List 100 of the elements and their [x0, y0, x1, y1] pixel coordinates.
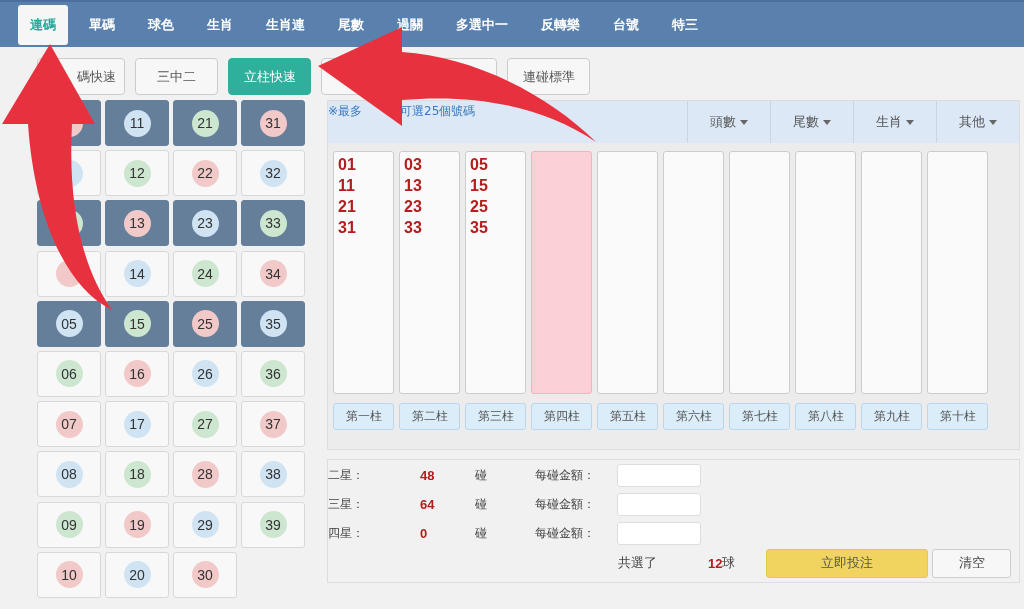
amount-label: 每碰金額： [535, 496, 596, 513]
filter-dropdown[interactable]: 頭數 [687, 101, 770, 143]
number-ball: 13 [123, 209, 151, 237]
number-ball: 29 [191, 511, 219, 538]
number-cell[interactable]: 07 [37, 401, 101, 448]
number-ball: 12 [123, 159, 151, 187]
nav-tab[interactable]: 生肖連 [254, 4, 317, 45]
filter-dropdown[interactable]: 尾數 [770, 101, 853, 143]
number-cell[interactable]: 17 [105, 401, 169, 448]
number-ball: 26 [191, 360, 219, 388]
number-cell[interactable]: 34 [241, 250, 305, 297]
number-cell[interactable]: 13 [105, 200, 169, 247]
number-cell[interactable]: 37 [241, 401, 305, 448]
number-cell[interactable]: 05 [37, 300, 101, 347]
number-cell[interactable]: 12 [105, 150, 169, 197]
nav-tab[interactable]: 過關 [385, 4, 435, 45]
number-cell[interactable]: 06 [37, 350, 101, 397]
number-ball: 37 [259, 410, 287, 438]
nav-tab[interactable]: 特三 [660, 4, 710, 45]
amount-label: 每碰金額： [535, 525, 596, 542]
nav-tab[interactable]: 反轉樂 [529, 4, 592, 45]
clear-button[interactable]: 清空 [932, 548, 1012, 578]
number-cell[interactable]: 35 [241, 300, 305, 347]
number-cell[interactable]: 36 [241, 350, 305, 397]
filter-dropdown[interactable]: 生肖 [853, 101, 936, 143]
number-cell[interactable]: 16 [105, 350, 169, 397]
number-cell[interactable]: 27 [173, 401, 237, 448]
pillar-button[interactable]: 第六柱 [663, 403, 724, 430]
number-cell[interactable]: 09 [37, 501, 101, 548]
combo-count: 0 [420, 526, 429, 541]
pillar-box[interactable]: 01 11 21 31 [333, 151, 394, 394]
number-cell[interactable]: 39 [241, 501, 305, 548]
number-ball: 05 [55, 310, 83, 338]
number-cell[interactable]: 21 [173, 100, 237, 146]
pillar-button[interactable]: 第七柱 [729, 403, 790, 430]
pillar-box[interactable]: 03 13 23 33 [399, 151, 460, 394]
number-ball: 19 [123, 511, 151, 538]
pillar-number: 15 [470, 176, 489, 196]
pillar-number: 35 [470, 218, 489, 238]
number-cell[interactable]: 08 [37, 451, 101, 498]
number-cell[interactable]: 24 [173, 250, 237, 297]
number-cell[interactable]: 38 [241, 451, 305, 498]
number-ball: 08 [55, 460, 83, 488]
mode-button[interactable]: 三中二 [135, 58, 218, 95]
number-cell[interactable]: 18 [105, 451, 169, 498]
nav-tab[interactable]: 球色 [136, 4, 186, 45]
pillar-box[interactable] [597, 151, 658, 394]
number-ball: 34 [259, 260, 287, 288]
submit-button[interactable]: 立即投注 [766, 548, 929, 578]
amount-field[interactable] [617, 464, 701, 487]
number-cell[interactable]: 10 [37, 551, 101, 598]
number-ball: 36 [259, 360, 287, 388]
number-cell[interactable]: 26 [173, 350, 237, 397]
pillar-box[interactable] [531, 151, 592, 394]
nav-tab[interactable]: 單碼 [77, 4, 127, 45]
number-cell[interactable]: 23 [173, 200, 237, 247]
number-ball: 38 [259, 460, 287, 488]
number-cell[interactable]: 20 [105, 551, 169, 598]
pillar-number: 33 [404, 218, 423, 238]
pillar-button[interactable]: 第十柱 [927, 403, 988, 430]
number-cell[interactable]: 22 [173, 150, 237, 197]
nav-tab[interactable]: 多選中一 [444, 4, 520, 45]
number-cell[interactable]: 28 [173, 451, 237, 498]
pillar-box[interactable]: 05 15 25 35 [465, 151, 526, 394]
pillar-button[interactable]: 第八柱 [795, 403, 856, 430]
pillar-box[interactable] [663, 151, 724, 394]
number-ball: 18 [123, 460, 151, 488]
mode-button[interactable]: 連碰標準 [507, 58, 590, 95]
caret-icon [740, 119, 748, 125]
nav-tab[interactable]: 台號 [601, 4, 651, 45]
pillar-button[interactable]: 第四柱 [531, 403, 592, 430]
number-ball: 24 [191, 260, 219, 288]
pillar-button[interactable]: 第二柱 [399, 403, 460, 430]
number-cell[interactable]: 30 [173, 551, 237, 598]
number-cell[interactable]: 15 [105, 300, 169, 347]
amount-field[interactable] [617, 522, 701, 545]
number-cell[interactable]: 14 [105, 250, 169, 297]
nav-tab[interactable]: 尾數 [326, 4, 376, 45]
number-cell[interactable]: 32 [241, 150, 305, 197]
filter-dropdown[interactable]: 其他 [936, 101, 1019, 143]
pillar-button[interactable]: 第五柱 [597, 403, 658, 430]
number-cell[interactable]: 11 [105, 100, 169, 146]
nav-tab[interactable]: 生肖 [195, 4, 245, 45]
number-ball: 15 [123, 310, 151, 338]
number-cell[interactable]: 29 [173, 501, 237, 548]
number-ball: 31 [259, 109, 287, 137]
number-cell[interactable]: 31 [241, 100, 305, 146]
number-ball: 33 [259, 209, 287, 237]
number-cell[interactable]: 25 [173, 300, 237, 347]
number-cell[interactable]: 33 [241, 200, 305, 247]
pillar-box[interactable] [729, 151, 790, 394]
pillar-box[interactable] [795, 151, 856, 394]
pillar-button[interactable]: 第一柱 [333, 403, 394, 430]
pillar-box[interactable] [861, 151, 922, 394]
number-cell[interactable]: 19 [105, 501, 169, 548]
pillar-button[interactable]: 第三柱 [465, 403, 526, 430]
pillar-button[interactable]: 第九柱 [861, 403, 922, 430]
amount-field[interactable] [617, 493, 701, 516]
number-ball: 39 [259, 511, 287, 538]
pillar-box[interactable] [927, 151, 988, 394]
